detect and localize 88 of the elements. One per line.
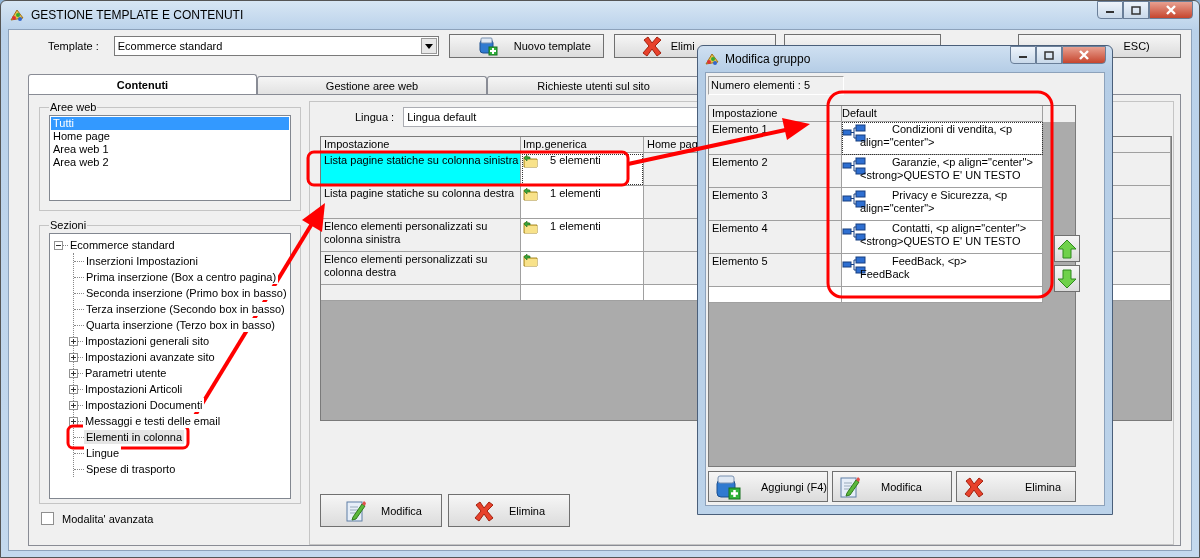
window-title: GESTIONE TEMPLATE E CONTENUTI [31, 8, 244, 22]
table-cell[interactable]: 1 elementi [521, 186, 644, 219]
close-icon [1165, 5, 1177, 15]
minimize-button[interactable] [1010, 46, 1036, 64]
group-title: Sezioni [49, 219, 88, 231]
dropdown-arrow-icon [424, 43, 433, 49]
list-item[interactable]: Home page [51, 130, 289, 143]
template-label: Template : [48, 40, 99, 52]
edit-button[interactable]: Modifica [320, 494, 442, 527]
add-icon [477, 36, 498, 56]
tree-item[interactable]: Lingue [84, 446, 122, 460]
delete-icon [640, 35, 663, 57]
folder-icon [523, 187, 538, 201]
add-button[interactable]: Aggiungi (F4) [708, 471, 828, 502]
edit-icon [345, 498, 367, 523]
tree-item[interactable]: Ecommerce standard [68, 238, 177, 252]
tree-item[interactable]: Parametri utente [83, 366, 169, 380]
tab[interactable]: Contenuti [28, 74, 257, 94]
template-dropdown[interactable]: Ecommerce standard [113, 36, 439, 56]
checkbox-label: Modalita' avanzata [62, 512, 154, 525]
collapse-icon[interactable] [54, 240, 63, 250]
table-cell: Elenco elementi personalizzati su colonna destra [321, 252, 521, 285]
table-cell[interactable]: Privacy e Sicurezza, <p align="center"> [842, 188, 1043, 221]
palette-icon [9, 7, 25, 23]
tree-item[interactable]: Prima inserzione (Box a centro pagina) [84, 270, 279, 284]
tree-item[interactable]: Impostazioni Documenti [83, 398, 205, 412]
add-icon [715, 473, 741, 500]
maximize-icon [1044, 50, 1054, 60]
minimize-button[interactable] [1097, 1, 1123, 19]
table-cell[interactable]: Contatti, <p align="center"> <strong>QUESTO E' UN TESTO [842, 221, 1043, 254]
tree-item[interactable]: Elementi in colonna [84, 430, 184, 444]
expand-icon[interactable] [69, 416, 78, 426]
table-cell[interactable]: 1 elementi [521, 219, 644, 252]
column-header[interactable]: Impostazione [709, 106, 842, 122]
table-cell[interactable]: Garanzie, <p align="center"> <strong>QUESTO E' UN TESTO [842, 155, 1043, 188]
element-count: Numero elementi : 5 [708, 76, 844, 95]
tree-item[interactable]: Inserzioni Impostazioni [84, 254, 200, 268]
palette-icon [704, 51, 720, 67]
edit-button[interactable]: Modifica [832, 471, 952, 502]
table-cell: Elemento 4 [709, 221, 842, 254]
tree-item[interactable]: Spese di trasporto [84, 462, 178, 476]
table-cell: Elemento 5 [709, 254, 842, 287]
expand-icon[interactable] [69, 384, 78, 394]
group-title: Aree web [49, 101, 98, 113]
expand-icon[interactable] [69, 336, 78, 346]
tree-item[interactable]: Messaggi e testi delle email [83, 414, 223, 428]
table-cell[interactable]: Condizioni di vendita, <p align="center"> [842, 122, 1043, 155]
folder-icon [523, 154, 538, 168]
tree-item[interactable]: Impostazioni avanzate sito [83, 350, 217, 364]
close-button[interactable] [1062, 46, 1106, 64]
tree-item[interactable]: Impostazioni Articoli [83, 382, 185, 396]
tab[interactable]: Richieste utenti sul sito [487, 76, 700, 94]
table-cell[interactable] [521, 252, 644, 285]
folder-icon [523, 253, 538, 267]
maximize-button[interactable] [1036, 46, 1062, 64]
list-item[interactable]: Area web 2 [51, 156, 289, 169]
delete-icon [473, 499, 495, 522]
button[interactable]: Nuovo template [448, 34, 604, 58]
delete-button[interactable]: Elimina [448, 494, 570, 527]
table-cell: Elenco elementi personalizzati su colonna sinistra [321, 219, 521, 252]
table-cell: Elemento 2 [709, 155, 842, 188]
column-header[interactable]: Default [842, 106, 1043, 122]
tree-item[interactable]: Impostazioni generali sito [83, 334, 212, 348]
tab[interactable]: Gestione aree web [257, 76, 487, 94]
delete-button[interactable]: Elimina [956, 471, 1076, 502]
checkbox[interactable] [41, 512, 54, 525]
maximize-button[interactable] [1123, 1, 1149, 19]
maximize-icon [1131, 5, 1141, 15]
expand-icon[interactable] [69, 368, 78, 378]
down-arrow-icon [1057, 268, 1078, 289]
delete-icon [963, 475, 985, 498]
table-cell[interactable]: FeedBack, <p> FeedBack [842, 254, 1043, 287]
edit-icon [839, 474, 861, 499]
language-label: Lingua : [355, 111, 395, 123]
close-icon [1078, 50, 1090, 60]
table-cell: Elemento 3 [709, 188, 842, 221]
expand-icon[interactable] [69, 400, 78, 410]
move-up-button[interactable] [1054, 235, 1081, 262]
tree-item[interactable]: Terza inserzione (Secondo box in basso) [84, 302, 287, 316]
up-arrow-icon [1057, 238, 1078, 259]
close-button[interactable] [1149, 1, 1193, 19]
expand-icon[interactable] [69, 352, 78, 362]
table-cell: Lista pagine statiche su colonna destra [321, 186, 521, 219]
list-item[interactable]: Area web 1 [51, 143, 289, 156]
tree-item[interactable]: Quarta inserzione (Terzo box in basso) [84, 318, 277, 332]
move-down-button[interactable] [1054, 265, 1081, 292]
tree-item[interactable]: Seconda inserzione (Primo box in basso) [84, 286, 289, 300]
folder-icon [523, 220, 538, 234]
